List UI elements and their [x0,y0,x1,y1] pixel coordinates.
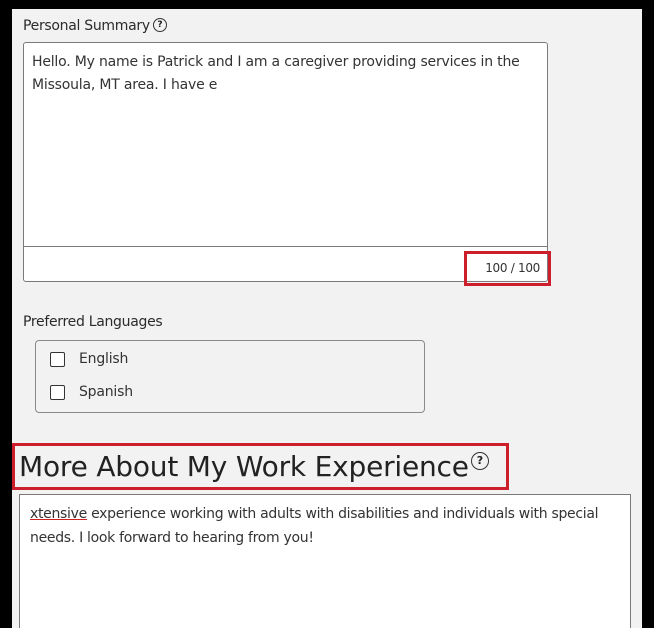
preferred-languages-group: English Spanish [35,340,425,413]
language-option-spanish[interactable]: Spanish [50,382,133,402]
work-experience-text: experience working with adults with disa… [30,506,599,546]
personal-summary-label-text: Personal Summary [23,18,150,34]
question-circle-icon[interactable]: ? [152,18,167,32]
preferred-languages-label: Preferred Languages [23,314,163,330]
misspelled-word: xtensive [30,506,87,522]
counter-highlight-box [464,251,551,286]
profile-form-panel: Personal Summary? Hello. My name is Patr… [12,9,642,628]
personal-summary-textarea[interactable]: Hello. My name is Patrick and I am a car… [23,42,548,282]
language-option-english[interactable]: English [50,349,128,369]
english-label: English [79,351,129,367]
personal-summary-value: Hello. My name is Patrick and I am a car… [32,54,520,93]
english-checkbox[interactable] [50,351,65,367]
work-experience-textarea[interactable]: xtensive experience working with adults … [19,494,631,628]
work-experience-value: xtensive experience working with adults … [30,502,625,550]
spanish-label: Spanish [79,384,133,400]
personal-summary-label: Personal Summary? [23,18,167,34]
spanish-checkbox[interactable] [50,384,65,400]
heading-highlight-box [12,443,509,490]
screenshot-frame: Personal Summary? Hello. My name is Patr… [0,0,654,628]
textarea-footer-divider [24,246,547,247]
